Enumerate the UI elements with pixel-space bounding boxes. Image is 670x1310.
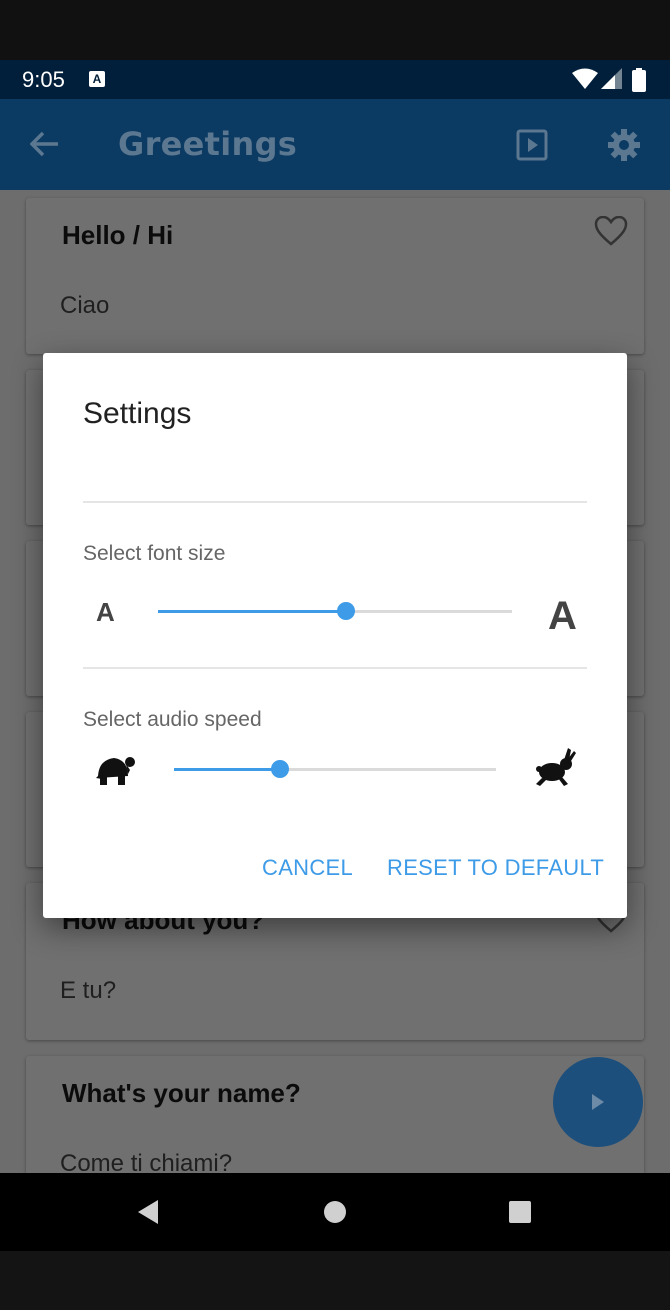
dialog-title: Settings: [83, 397, 192, 430]
nav-back-icon[interactable]: [136, 1199, 160, 1225]
phrase-english: What's your name?: [62, 1078, 301, 1108]
play-box-icon[interactable]: [516, 129, 548, 161]
large-font-glyph: A: [548, 594, 577, 638]
wifi-icon: [572, 68, 598, 89]
settings-dialog: Settings Select font size A A Select aud…: [43, 353, 627, 918]
nav-home-icon[interactable]: [323, 1200, 347, 1224]
audio-speed-slider-fill: [174, 768, 281, 771]
font-size-slider-fill: [158, 610, 346, 613]
app-bar: Greetings: [0, 99, 670, 190]
turtle-icon: [96, 757, 135, 785]
reset-to-default-button[interactable]: RESET TO DEFAULT: [387, 855, 604, 881]
phrase-card[interactable]: Hello / Hi Ciao: [26, 198, 644, 354]
page-title: Greetings: [118, 125, 298, 163]
dialog-divider: [83, 667, 587, 669]
arrow-back-icon[interactable]: [30, 131, 60, 157]
phrase-italian: Come ti chiami?: [60, 1150, 233, 1173]
dialog-divider: [83, 501, 587, 503]
nav-recents-icon[interactable]: [508, 1200, 532, 1224]
battery-icon: [632, 68, 646, 92]
phrase-english: Hello / Hi: [62, 220, 174, 250]
top-bezel: [0, 0, 670, 60]
phrase-italian: Ciao: [60, 292, 110, 319]
font-size-slider-thumb[interactable]: [336, 602, 355, 620]
play-all-button[interactable]: [553, 1057, 643, 1147]
cancel-button[interactable]: CANCEL: [262, 855, 353, 881]
play-icon: [592, 1094, 604, 1110]
status-bar: 9:05 A: [0, 60, 670, 99]
signal-icon: [601, 68, 622, 89]
audio-speed-slider[interactable]: [174, 760, 496, 778]
font-size-label: Select font size: [83, 542, 226, 565]
status-time: 9:05: [22, 67, 65, 92]
bottom-bezel: [0, 1251, 670, 1310]
rabbit-icon: [536, 748, 576, 786]
heart-icon[interactable]: [594, 216, 628, 246]
audio-speed-label: Select audio speed: [83, 708, 262, 731]
font-size-slider[interactable]: [158, 602, 512, 620]
navigation-bar: [0, 1173, 670, 1251]
phrase-card[interactable]: What's your name? Come ti chiami?: [26, 1056, 644, 1173]
notification-a-icon: A: [89, 71, 105, 87]
gear-icon[interactable]: [607, 128, 641, 162]
phrase-italian: E tu?: [60, 977, 117, 1004]
small-font-glyph: A: [96, 597, 115, 627]
audio-speed-slider-thumb[interactable]: [271, 760, 290, 778]
